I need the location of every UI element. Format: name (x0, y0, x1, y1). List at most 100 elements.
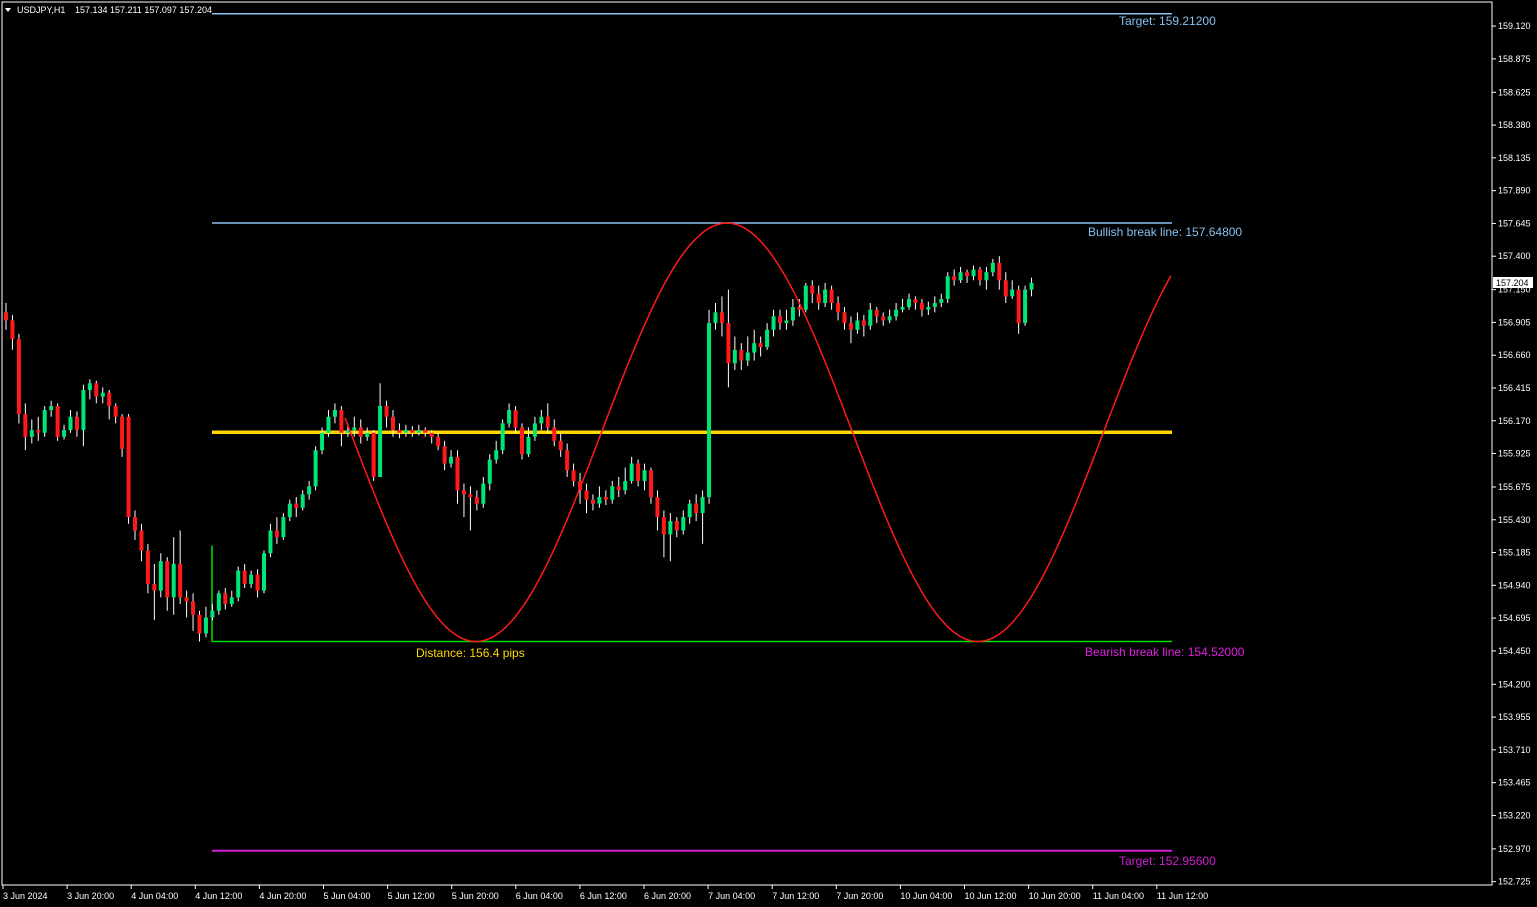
bullish-break-label: Bullish break line: 157.64800 (1088, 225, 1242, 239)
candle-body (855, 320, 860, 330)
candle-body (494, 450, 499, 460)
candle-body (558, 440, 563, 451)
candle-body (455, 456, 460, 491)
distance-label: Distance: 156.4 pips (416, 646, 525, 660)
candle-body (294, 503, 299, 508)
x-tick-label: 10 Jun 04:00 (900, 891, 952, 901)
candle-body (758, 343, 763, 348)
candle-body (255, 574, 260, 591)
symbol-menu-triangle-icon[interactable] (5, 8, 11, 12)
x-tick-label: 7 Jun 12:00 (772, 891, 819, 901)
candle-body (874, 309, 879, 317)
plot-frame (1, 1, 1493, 886)
candle-body (713, 312, 718, 324)
y-tick-label: 158.135 (1498, 153, 1531, 163)
candle-body (520, 427, 524, 455)
candle-body (152, 583, 157, 591)
candle-body (732, 349, 737, 364)
candle-body (500, 423, 505, 451)
candle-body (313, 450, 318, 487)
candle-body (610, 486, 615, 500)
y-tick-label: 152.725 (1498, 877, 1531, 887)
candle-body (10, 320, 15, 340)
candle-body (384, 406, 389, 417)
x-tick-label: 3 Jun 2024 (3, 891, 48, 901)
candle-body (16, 339, 21, 415)
candle-body (707, 323, 712, 498)
candle-body (565, 450, 570, 471)
x-tick-label: 6 Jun 12:00 (580, 891, 627, 901)
y-tick-label: 158.875 (1498, 54, 1531, 64)
candle-body (977, 269, 982, 281)
candle-body (661, 517, 666, 535)
candle-body (719, 312, 724, 324)
candle-body (126, 416, 131, 518)
candle-body (171, 563, 176, 598)
x-tick-label: 11 Jun 04:00 (1093, 891, 1144, 901)
candle-body (597, 497, 602, 504)
candle-body (965, 272, 970, 277)
candle-body (765, 329, 770, 348)
candle-body (674, 521, 679, 531)
candle-body (449, 456, 454, 464)
candle-body (778, 316, 782, 324)
candle-body (36, 430, 41, 433)
candle-body (739, 349, 744, 361)
x-tick-label: 5 Jun 20:00 (452, 891, 499, 901)
x-tick-label: 4 Jun 20:00 (259, 891, 306, 901)
candle-body (416, 430, 421, 433)
candle-body (532, 423, 537, 437)
y-axis: 159.120 158.875 158.625 158.380 158.135 157.8… (1492, 21, 1531, 887)
candle-body (365, 432, 370, 437)
candles-layer (4, 256, 1034, 642)
candle-body (700, 497, 705, 514)
candle-body (68, 416, 73, 431)
candle-body (552, 427, 557, 441)
candle-body (771, 316, 776, 330)
candle-body (210, 610, 215, 618)
candle-body (952, 276, 957, 281)
y-tick-label: 153.955 (1498, 712, 1531, 722)
candle-body (55, 406, 60, 437)
y-tick-label: 152.970 (1498, 844, 1531, 854)
candle-body (971, 269, 976, 277)
candle-body (242, 570, 247, 584)
candle-body (636, 463, 641, 481)
x-tick-label: 10 Jun 12:00 (965, 891, 1017, 901)
price-chart[interactable]: 159.120 158.875 158.625 158.380 158.135 157.8… (0, 0, 1537, 907)
candle-body (42, 410, 47, 433)
y-tick-label: 155.675 (1498, 482, 1531, 492)
candle-body (436, 436, 441, 447)
candle-body (326, 416, 331, 433)
y-tick-label: 159.120 (1498, 21, 1531, 31)
candle-body (861, 320, 866, 326)
candle-body (623, 480, 628, 491)
candle-body (836, 303, 841, 313)
bearish-break-label: Bearish break line: 154.52000 (1085, 645, 1245, 659)
candle-body (694, 503, 699, 514)
candle-body (481, 483, 486, 504)
candle-body (681, 517, 686, 531)
candle-body (371, 432, 376, 477)
candle-body (300, 494, 305, 508)
y-tick-label: 153.220 (1498, 810, 1531, 820)
y-tick-label: 156.415 (1498, 383, 1531, 393)
candle-body (165, 561, 170, 598)
candle-body (87, 383, 92, 390)
candle-body (423, 430, 428, 433)
y-tick-label: 154.695 (1498, 613, 1531, 623)
candle-body (197, 614, 202, 634)
candle-body (468, 494, 473, 498)
candle-body (62, 430, 67, 437)
candle-body (307, 486, 312, 495)
candle-body (429, 432, 434, 437)
y-tick-label: 153.465 (1498, 778, 1531, 788)
candle-body (913, 299, 918, 304)
current-price-value: 157.204 (1496, 278, 1529, 288)
x-tick-label: 7 Jun 04:00 (708, 891, 755, 901)
candle-body (158, 561, 163, 591)
x-tick-label: 11 Jun 12:00 (1157, 891, 1208, 901)
candle-body (268, 530, 273, 554)
candle-body (236, 570, 241, 598)
candle-body (184, 597, 189, 602)
